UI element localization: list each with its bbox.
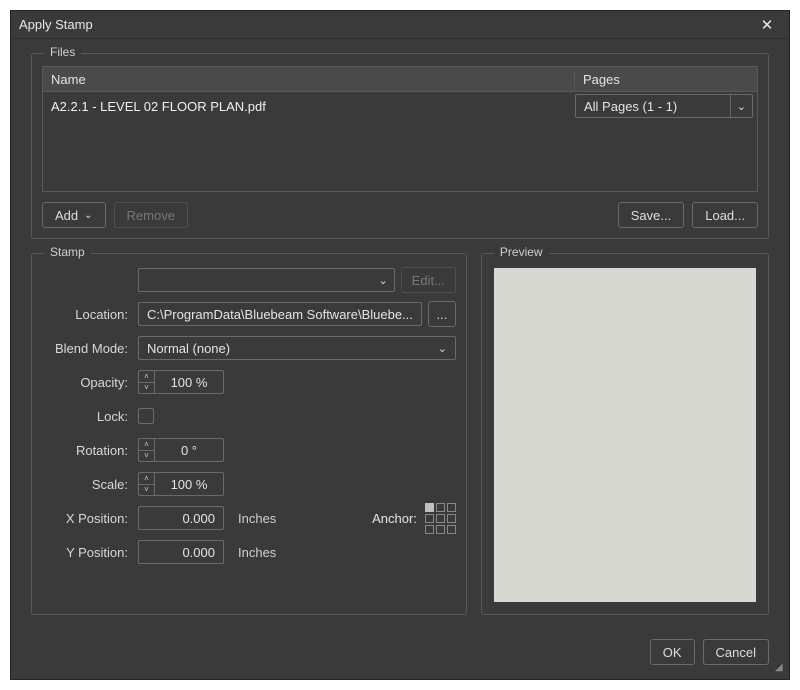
anchor-tc[interactable] <box>436 503 445 512</box>
ok-button[interactable]: OK <box>650 639 695 665</box>
ypos-label: Y Position: <box>42 545 132 560</box>
ok-label: OK <box>663 645 682 660</box>
ypos-field[interactable]: 0.000 <box>138 540 224 564</box>
files-col-pages[interactable]: Pages <box>575 72 757 87</box>
chevron-down-icon: ⌄ <box>84 210 92 221</box>
load-button[interactable]: Load... <box>692 202 758 228</box>
file-name-cell: A2.2.1 - LEVEL 02 FLOOR PLAN.pdf <box>43 99 575 114</box>
blend-value: Normal (none) <box>147 341 230 356</box>
cancel-button[interactable]: Cancel <box>703 639 769 665</box>
apply-stamp-dialog: Apply Stamp ✕ Files Name Pages A2.2.1 - … <box>10 10 790 680</box>
location-label: Location: <box>42 307 132 322</box>
preview-pane <box>494 268 756 602</box>
close-icon[interactable]: ✕ <box>753 16 781 34</box>
anchor-label: Anchor: <box>372 511 417 526</box>
xpos-field[interactable]: 0.000 <box>138 506 224 530</box>
stamp-legend: Stamp <box>44 245 91 259</box>
browse-label: ... <box>437 307 448 322</box>
xpos-label: X Position: <box>42 511 132 526</box>
dialog-body: Files Name Pages A2.2.1 - LEVEL 02 FLOOR… <box>11 39 789 629</box>
edit-label: Edit... <box>412 273 445 288</box>
cancel-label: Cancel <box>716 645 756 660</box>
anchor-ml[interactable] <box>425 514 434 523</box>
add-button[interactable]: Add ⌄ <box>42 202 106 228</box>
stamp-select[interactable]: ⌄ <box>138 268 395 292</box>
chevron-down-icon[interactable]: ˅ <box>139 383 154 394</box>
rotation-value: 0 ° <box>154 438 224 462</box>
anchor-mr[interactable] <box>447 514 456 523</box>
stamp-group: Stamp ⌄ Edit... Location: C:\ProgramData… <box>31 253 467 615</box>
xpos-unit: Inches <box>238 511 276 526</box>
preview-group: Preview <box>481 253 769 615</box>
dialog-footer: OK Cancel <box>11 629 789 679</box>
chevron-up-icon[interactable]: ˄ <box>139 439 154 451</box>
anchor-tr[interactable] <box>447 503 456 512</box>
chevron-up-icon[interactable]: ˄ <box>139 371 154 383</box>
anchor-bl[interactable] <box>425 525 434 534</box>
ypos-value: 0.000 <box>182 545 215 560</box>
files-table-body: A2.2.1 - LEVEL 02 FLOOR PLAN.pdf All Pag… <box>42 92 758 192</box>
chevron-up-icon[interactable]: ˄ <box>139 473 154 485</box>
scale-label: Scale: <box>42 477 132 492</box>
anchor-tl[interactable] <box>425 503 434 512</box>
mid-row: Stamp ⌄ Edit... Location: C:\ProgramData… <box>31 253 769 615</box>
anchor-bc[interactable] <box>436 525 445 534</box>
chevron-down-icon: ⌄ <box>730 95 746 117</box>
files-table-header: Name Pages <box>42 66 758 92</box>
rotation-spinner[interactable]: ˄ ˅ 0 ° <box>138 438 224 462</box>
titlebar: Apply Stamp ✕ <box>11 11 789 39</box>
window-title: Apply Stamp <box>19 17 93 32</box>
file-pages-value: All Pages (1 - 1) <box>584 99 677 114</box>
xpos-value: 0.000 <box>182 511 215 526</box>
opacity-spinner[interactable]: ˄ ˅ 100 % <box>138 370 224 394</box>
browse-button[interactable]: ... <box>428 301 456 327</box>
location-value: C:\ProgramData\Bluebeam Software\Bluebe.… <box>147 307 413 322</box>
anchor-br[interactable] <box>447 525 456 534</box>
chevron-down-icon: ⌄ <box>378 269 387 291</box>
rotation-label: Rotation: <box>42 443 132 458</box>
ypos-unit: Inches <box>238 545 276 560</box>
anchor-grid[interactable] <box>425 503 456 534</box>
preview-legend: Preview <box>494 245 549 259</box>
files-group: Files Name Pages A2.2.1 - LEVEL 02 FLOOR… <box>31 53 769 239</box>
save-label: Save... <box>631 208 671 223</box>
remove-label: Remove <box>127 208 175 223</box>
save-button[interactable]: Save... <box>618 202 684 228</box>
remove-button[interactable]: Remove <box>114 202 188 228</box>
opacity-value: 100 % <box>154 370 224 394</box>
anchor-mc[interactable] <box>436 514 445 523</box>
files-legend: Files <box>44 45 81 59</box>
lock-label: Lock: <box>42 409 132 424</box>
files-col-name[interactable]: Name <box>43 72 575 87</box>
files-button-row: Add ⌄ Remove Save... Load... <box>42 202 758 228</box>
scale-value: 100 % <box>154 472 224 496</box>
load-label: Load... <box>705 208 745 223</box>
lock-checkbox[interactable] <box>138 408 154 424</box>
blend-mode-select[interactable]: Normal (none) ⌄ <box>138 336 456 360</box>
add-label: Add <box>55 208 78 223</box>
file-pages-select[interactable]: All Pages (1 - 1) ⌄ <box>575 94 753 118</box>
edit-button[interactable]: Edit... <box>401 267 456 293</box>
scale-spinner[interactable]: ˄ ˅ 100 % <box>138 472 224 496</box>
location-field[interactable]: C:\ProgramData\Bluebeam Software\Bluebe.… <box>138 302 422 326</box>
chevron-down-icon[interactable]: ˅ <box>139 485 154 496</box>
chevron-down-icon: ⌄ <box>438 337 447 359</box>
opacity-label: Opacity: <box>42 375 132 390</box>
blend-label: Blend Mode: <box>42 341 132 356</box>
table-row[interactable]: A2.2.1 - LEVEL 02 FLOOR PLAN.pdf All Pag… <box>43 92 757 120</box>
chevron-down-icon[interactable]: ˅ <box>139 451 154 462</box>
